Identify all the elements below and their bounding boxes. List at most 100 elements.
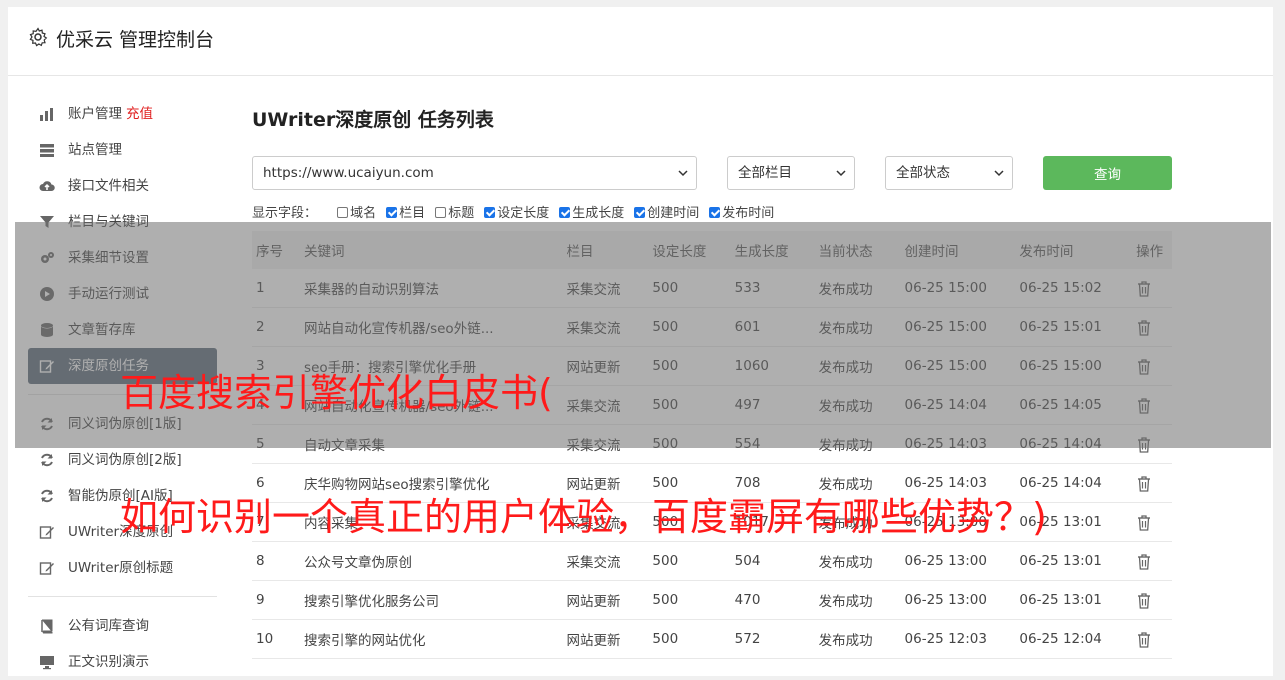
table-cell: 06-25 13:00 — [900, 541, 1016, 581]
table-cell: 06-25 13:01 — [1015, 541, 1133, 581]
delete-action-cell[interactable] — [1132, 502, 1172, 542]
field-checkbox-label: 标题 — [448, 206, 475, 221]
site-select[interactable]: https://www.ucaiyun.com — [252, 156, 697, 190]
table-cell: 公众号文章伪原创 — [300, 541, 563, 581]
table-cell: 发布成功 — [814, 619, 901, 659]
query-button[interactable]: 查询 — [1043, 156, 1172, 190]
field-checkbox[interactable]: 创建时间 — [634, 202, 699, 221]
field-checkbox-label: 域名 — [350, 206, 377, 221]
gear-icon[interactable] — [28, 27, 48, 47]
trash-icon[interactable] — [1136, 514, 1152, 531]
table-row: 9 搜索引擎优化服务公司 网站更新 500 470 发布成功 06-25 13:00 06-2… — [252, 580, 1172, 620]
status-select[interactable]: 全部状态 — [885, 156, 1013, 190]
field-checkbox[interactable]: 域名 — [337, 202, 376, 221]
checkbox-box[interactable] — [634, 207, 646, 218]
table-row: 8 公众号文章伪原创 采集交流 500 504 发布成功 06-25 13:00 06-25 … — [252, 541, 1172, 581]
refresh-icon — [41, 453, 53, 467]
chevron-down-icon — [678, 170, 688, 177]
checkbox-box[interactable] — [337, 207, 349, 218]
sidebar-item-label: 同义词伪原创[2版] — [68, 452, 182, 468]
trash-icon[interactable] — [1136, 475, 1152, 492]
table-cell: 06-25 12:03 — [900, 619, 1016, 659]
field-checkbox[interactable]: 标题 — [435, 202, 474, 221]
banner-text-line2: 如何识别一个真正的用户体验，百度霸屏有哪些优势？) — [120, 495, 1047, 539]
table-cell: 500 — [648, 580, 731, 620]
field-checkbox[interactable]: 设定长度 — [484, 202, 549, 221]
top-bar: 优采云 管理控制台 — [8, 7, 1273, 76]
delete-action-cell[interactable] — [1132, 619, 1172, 659]
checkbox-box[interactable] — [709, 207, 721, 218]
field-checkbox[interactable]: 发布时间 — [709, 202, 774, 221]
banner-text-line1: 百度搜索引擎优化白皮书( — [120, 371, 553, 415]
chevron-down-icon — [994, 170, 1004, 177]
table-cell: 搜索引擎优化服务公司 — [300, 580, 563, 620]
table-cell: 10 — [252, 619, 301, 659]
sidebar-item-label: 账户管理 — [68, 106, 122, 122]
sidebar-item-label: 公有词库查询 — [68, 618, 149, 634]
monitor-icon — [40, 656, 54, 670]
sidebar-item-label: 正文识别演示 — [68, 654, 149, 670]
site-select-value: https://www.ucaiyun.com — [263, 165, 434, 181]
field-checkbox[interactable]: 栏目 — [386, 202, 425, 221]
table-cell: 9 — [252, 580, 301, 620]
field-checkbox-label: 生成长度 — [572, 206, 625, 221]
table-row: 10 搜索引擎的网站优化 网站更新 500 572 发布成功 06-25 12:03 06-2… — [252, 619, 1172, 659]
edit-icon — [39, 526, 54, 539]
table-cell: 572 — [730, 619, 815, 659]
checkbox-box[interactable] — [386, 207, 398, 218]
checkbox-box[interactable] — [435, 207, 447, 218]
table-cell: 发布成功 — [814, 541, 901, 581]
table-cell: 网站更新 — [562, 619, 649, 659]
sidebar-item-a-2[interactable]: 接口文件相关 — [28, 168, 217, 204]
recharge-link[interactable]: 充值 — [126, 106, 153, 122]
edit-icon — [39, 562, 54, 575]
sidebar-item-a-1[interactable]: 站点管理 — [28, 132, 217, 168]
table-cell: 470 — [730, 580, 815, 620]
sidebar-item-label: UWriter原创标题 — [68, 560, 174, 576]
delete-action-cell[interactable] — [1132, 541, 1172, 581]
field-checkbox-label: 创建时间 — [647, 206, 700, 221]
trash-icon[interactable] — [1136, 592, 1152, 609]
column-select[interactable]: 全部栏目 — [727, 156, 855, 190]
table-cell: 采集交流 — [562, 541, 649, 581]
cloud-upload-icon — [39, 181, 55, 191]
table-cell: 06-25 12:04 — [1015, 619, 1133, 659]
checkbox-box[interactable] — [484, 207, 496, 218]
sidebar-item-b-4[interactable]: UWriter原创标题 — [28, 550, 217, 586]
delete-action-cell[interactable] — [1132, 580, 1172, 620]
table-cell: 网站更新 — [562, 580, 649, 620]
table-cell: 504 — [730, 541, 815, 581]
chevron-down-icon — [836, 170, 846, 177]
sidebar-item-c-0[interactable]: 公有词库查询 — [28, 608, 217, 644]
table-cell: 500 — [648, 541, 731, 581]
table-cell: 06-25 13:00 — [900, 580, 1016, 620]
trash-icon[interactable] — [1136, 553, 1152, 570]
book-icon — [41, 619, 53, 634]
column-select-value: 全部栏目 — [738, 165, 792, 181]
sidebar-item-a-0[interactable]: 账户管理 充值 — [28, 96, 217, 132]
table-cell: 发布成功 — [814, 580, 901, 620]
field-checkbox-label: 设定长度 — [497, 206, 550, 221]
sidebar-item-c-1[interactable]: 正文识别演示 — [28, 644, 217, 680]
refresh-icon — [41, 489, 53, 503]
field-checkbox-label: 栏目 — [399, 206, 426, 221]
filter-bar: https://www.ucaiyun.com 全部栏目 全部状态 查询 — [252, 156, 1172, 190]
checkbox-box[interactable] — [559, 207, 571, 218]
page-title: UWriter深度原创 任务列表 — [252, 109, 494, 131]
main-content: UWriter深度原创 任务列表 https://www.ucaiyun.com… — [252, 106, 1182, 659]
trash-icon[interactable] — [1136, 631, 1152, 648]
table-cell: 8 — [252, 541, 301, 581]
status-select-value: 全部状态 — [896, 165, 950, 181]
sidebar-item-label: 接口文件相关 — [68, 178, 149, 194]
delete-action-cell[interactable] — [1132, 463, 1172, 503]
display-fields-label: 显示字段： — [252, 206, 318, 221]
display-fields: 显示字段： 域名 栏目 标题 设定长度 生成长度 创建时间 发布时间 — [252, 202, 784, 221]
sidebar-item-label: 站点管理 — [68, 142, 122, 158]
bar-chart-icon — [40, 108, 53, 121]
table-cell: 500 — [648, 619, 731, 659]
field-checkbox-label: 发布时间 — [722, 206, 775, 221]
table-cell: 06-25 13:01 — [1015, 580, 1133, 620]
field-checkbox[interactable]: 生成长度 — [559, 202, 624, 221]
console-title: 优采云 管理控制台 — [56, 29, 215, 51]
table-cell: 搜索引擎的网站优化 — [300, 619, 563, 659]
